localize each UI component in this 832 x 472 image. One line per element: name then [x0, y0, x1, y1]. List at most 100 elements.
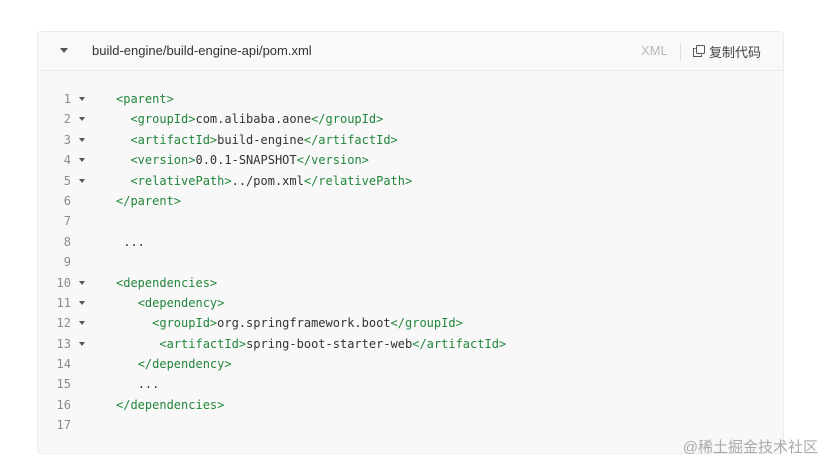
code-text: <groupId>org.springframework.boot</group… [116, 313, 463, 333]
xml-tag: </artifactId> [412, 336, 507, 351]
xml-text: spring-boot-starter-web [246, 336, 413, 351]
code-line: 10 <dependencies> [38, 273, 783, 293]
xml-tag: </dependency> [137, 357, 232, 372]
collapse-toggle-icon[interactable] [60, 48, 68, 53]
xml-tag: <artifactId> [130, 132, 218, 147]
code-text: </parent> [116, 191, 181, 211]
code-line: 11 <dependency> [38, 293, 783, 313]
code-line: 12 <groupId>org.springframework.boot</gr… [38, 313, 783, 333]
fold-arrow-icon[interactable] [79, 137, 85, 142]
code-text: <dependency> [116, 293, 225, 313]
line-number: 6 [63, 193, 71, 208]
line-number: 4 [63, 153, 71, 168]
code-body: 1 <parent> 2 <groupId>com.alibaba.aone</gr… [38, 89, 783, 436]
xml-text: build-engine [217, 132, 304, 147]
code-text: <version>0.0.1-SNAPSHOT</version> [116, 150, 369, 170]
code-text: <artifactId>build-engine</artifactId> [116, 130, 398, 150]
fold-arrow-icon[interactable] [79, 341, 85, 346]
code-line: 16 </dependencies> [38, 395, 783, 415]
code-line: 2 <groupId>com.alibaba.aone</groupId> [38, 109, 783, 129]
code-line: 15 ... [38, 374, 783, 394]
line-number: 3 [63, 132, 71, 147]
xml-tag: </dependencies> [116, 397, 225, 412]
xml-tag: <artifactId> [159, 336, 247, 351]
xml-tag: <groupId> [152, 316, 218, 331]
xml-text: ... [137, 377, 160, 392]
watermark: @稀土掘金技术社区 [682, 439, 818, 456]
code-text: ... [116, 374, 160, 394]
code-text: <relativePath>../pom.xml</relativePath> [116, 171, 412, 191]
code-text: <groupId>com.alibaba.aone</groupId> [116, 109, 383, 129]
fold-arrow-icon[interactable] [79, 300, 85, 305]
fold-arrow-icon[interactable] [79, 117, 85, 122]
code-text: </dependency> [116, 354, 232, 374]
code-text: <parent> [116, 89, 174, 109]
xml-tag: <dependency> [137, 295, 225, 310]
line-number: 11 [56, 295, 71, 310]
xml-text: org.springframework.boot [217, 316, 391, 331]
code-line: 1 <parent> [38, 89, 783, 109]
code-line: 4 <version>0.0.1-SNAPSHOT</version> [38, 150, 783, 170]
code-line: 17 [38, 415, 783, 435]
code-header: build-engine/build-engine-api/pom.xml XM… [38, 32, 783, 71]
line-number: 7 [63, 214, 71, 229]
line-number: 10 [56, 275, 71, 290]
code-line: 8 ... [38, 232, 783, 252]
copy-icon [693, 45, 705, 57]
line-number: 12 [56, 316, 71, 331]
xml-text: 0.0.1-SNAPSHOT [195, 153, 297, 168]
xml-tag: <groupId> [130, 112, 196, 127]
line-number: 14 [56, 357, 71, 372]
fold-arrow-icon[interactable] [79, 178, 85, 183]
fold-arrow-icon[interactable] [79, 280, 85, 285]
code-line: 6 </parent> [38, 191, 783, 211]
line-number: 2 [63, 112, 71, 127]
xml-tag: <dependencies> [116, 275, 218, 290]
line-number: 13 [56, 336, 71, 351]
line-number: 16 [56, 397, 71, 412]
copy-code-label: 复制代码 [709, 44, 762, 60]
line-number: 17 [56, 418, 71, 433]
code-text: ... [116, 232, 145, 252]
fold-arrow-icon[interactable] [79, 158, 85, 163]
xml-tag: </groupId> [311, 112, 384, 127]
code-line: 7 [38, 211, 783, 231]
xml-tag: </groupId> [390, 316, 463, 331]
code-text: </dependencies> [116, 395, 224, 415]
code-line: 14 </dependency> [38, 354, 783, 374]
xml-text: com.alibaba.aone [195, 112, 312, 127]
fold-arrow-icon[interactable] [79, 97, 85, 101]
xml-tag: </artifactId> [303, 132, 398, 147]
fold-arrow-icon[interactable] [79, 321, 85, 326]
copy-code-button[interactable]: 复制代码 [693, 42, 761, 60]
line-number: 1 [63, 92, 71, 106]
header-divider [680, 43, 681, 60]
code-text: <artifactId>spring-boot-starter-web</art… [116, 334, 506, 354]
language-label: XML [641, 43, 668, 58]
xml-text: ... [123, 234, 145, 249]
xml-tag: </relativePath> [303, 173, 413, 188]
xml-text: ../pom.xml [231, 173, 304, 188]
code-text: <dependencies> [116, 273, 217, 293]
line-number: 8 [63, 234, 71, 249]
line-number: 15 [56, 377, 71, 392]
xml-tag: </parent> [116, 193, 182, 208]
file-path: build-engine/build-engine-api/pom.xml [92, 43, 312, 58]
code-line: 13 <artifactId>spring-boot-starter-web</… [38, 334, 783, 354]
xml-tag: <parent> [116, 92, 174, 106]
code-line: 9 [38, 252, 783, 272]
xml-tag: <version> [130, 153, 196, 168]
xml-tag: <relativePath> [130, 173, 232, 188]
code-block: build-engine/build-engine-api/pom.xml XM… [37, 31, 784, 454]
code-line: 5 <relativePath>../pom.xml</relativePath… [38, 171, 783, 191]
line-number: 9 [63, 255, 71, 270]
xml-tag: </version> [296, 153, 369, 168]
